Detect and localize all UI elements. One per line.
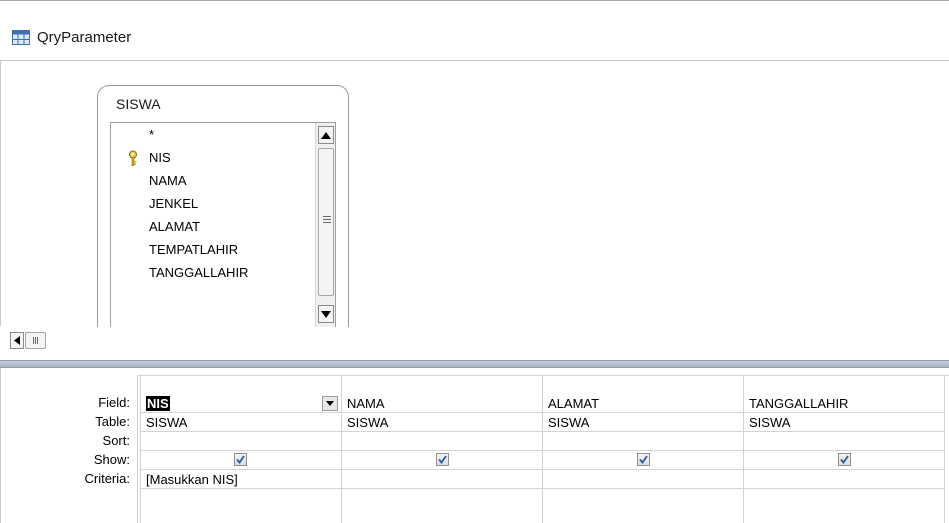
criteria-cell[interactable] xyxy=(543,470,743,489)
checkmark-icon xyxy=(639,455,648,464)
query-design-grid[interactable]: Field: Table: Sort: Show: Criteria: NIS … xyxy=(0,368,949,523)
field-item-nis[interactable]: NIS xyxy=(149,148,171,168)
show-checkbox[interactable] xyxy=(436,453,449,466)
row-label-show: Show: xyxy=(93,452,130,467)
scroll-left-arrow-icon[interactable] xyxy=(10,332,24,349)
field-item-tanggallahir[interactable]: TANGGALLAHIR xyxy=(149,263,248,283)
field-value-selected[interactable]: NIS xyxy=(146,396,170,411)
top-border xyxy=(0,0,949,1)
criteria-cell[interactable] xyxy=(744,470,944,489)
table-name-label: SISWA xyxy=(116,96,161,112)
scrollbar-thumb[interactable] xyxy=(318,148,334,296)
field-item-alamat[interactable]: ALAMAT xyxy=(149,217,200,237)
row-label-criteria: Criteria: xyxy=(84,471,130,486)
show-checkbox[interactable] xyxy=(234,453,247,466)
sort-cell[interactable] xyxy=(543,432,743,451)
grid-column-nis[interactable]: NIS SISWA [Masukkan NIS] xyxy=(140,375,341,523)
row-label-field: Field: xyxy=(98,395,130,410)
pane-splitter[interactable] xyxy=(0,360,949,368)
field-list-scrollbar[interactable] xyxy=(315,123,335,329)
siswa-table-box[interactable]: SISWA * NIS NAMA JENKEL ALAMAT TEMPATLAH… xyxy=(97,85,349,330)
query-design-icon xyxy=(12,29,30,45)
hscrollbar-thumb[interactable] xyxy=(25,332,46,349)
sort-cell[interactable] xyxy=(141,432,341,451)
scroll-down-arrow-icon[interactable] xyxy=(318,305,334,323)
field-cell[interactable]: NIS xyxy=(141,394,341,413)
grid-column-tanggallahir[interactable]: TANGGALLAHIR SISWA xyxy=(743,375,944,523)
show-cell[interactable] xyxy=(744,451,944,470)
field-item-nama[interactable]: NAMA xyxy=(149,171,187,191)
sort-cell[interactable] xyxy=(342,432,542,451)
field-item-all[interactable]: * xyxy=(149,125,154,145)
show-cell[interactable] xyxy=(342,451,542,470)
row-label-table: Table: xyxy=(95,414,130,429)
row-label-sort: Sort: xyxy=(102,433,130,448)
label-divider xyxy=(137,375,138,523)
field-cell[interactable]: TANGGALLAHIR xyxy=(744,394,944,413)
field-cell[interactable]: NAMA xyxy=(342,394,542,413)
show-cell[interactable] xyxy=(543,451,743,470)
grid-column-empty[interactable] xyxy=(944,375,949,523)
table-cell[interactable]: SISWA xyxy=(744,413,944,432)
query-tab-title[interactable]: QryParameter xyxy=(0,22,131,52)
field-list[interactable]: * NIS NAMA JENKEL ALAMAT TEMPATLAHIR TAN… xyxy=(110,122,336,330)
sort-cell[interactable] xyxy=(744,432,944,451)
scroll-up-arrow-icon[interactable] xyxy=(318,126,334,144)
criteria-cell[interactable] xyxy=(342,470,542,489)
table-cell[interactable]: SISWA xyxy=(543,413,743,432)
field-item-jenkel[interactable]: JENKEL xyxy=(149,194,198,214)
checkmark-icon xyxy=(236,455,245,464)
query-title: QryParameter xyxy=(37,28,132,46)
field-cell[interactable]: ALAMAT xyxy=(543,394,743,413)
show-checkbox[interactable] xyxy=(838,453,851,466)
design-pane-hscrollbar[interactable] xyxy=(0,327,949,354)
table-cell[interactable]: SISWA xyxy=(342,413,542,432)
grid-column-nama[interactable]: NAMA SISWA xyxy=(341,375,542,523)
criteria-cell[interactable]: [Masukkan NIS] xyxy=(141,470,341,489)
checkmark-icon xyxy=(840,455,849,464)
primary-key-icon xyxy=(127,150,141,168)
table-cell[interactable]: SISWA xyxy=(141,413,341,432)
dropdown-arrow-icon[interactable] xyxy=(322,396,338,411)
field-item-tempatlahir[interactable]: TEMPATLAHIR xyxy=(149,240,238,260)
show-checkbox[interactable] xyxy=(637,453,650,466)
checkmark-icon xyxy=(438,455,447,464)
show-cell[interactable] xyxy=(141,451,341,470)
grid-column-alamat[interactable]: ALAMAT SISWA xyxy=(542,375,743,523)
